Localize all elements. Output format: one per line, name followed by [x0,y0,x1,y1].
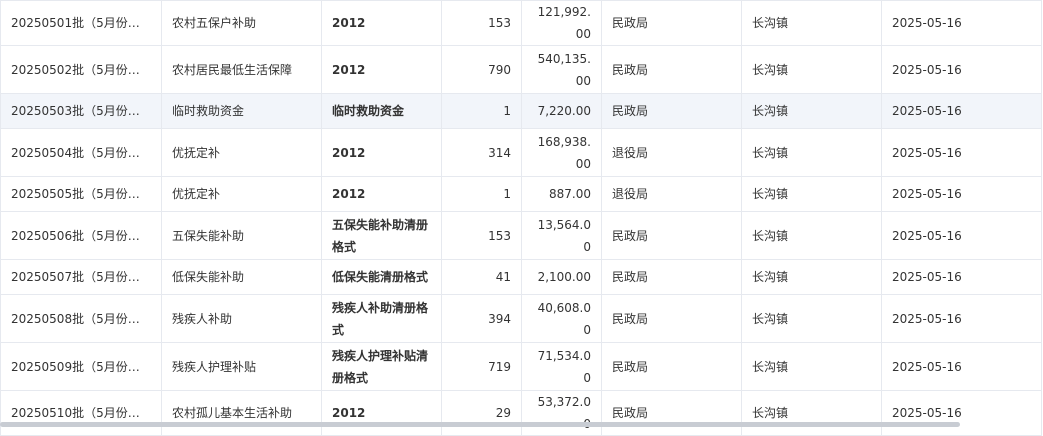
date-cell: 2025-05-16 [881,0,1042,46]
batch-cell: 20250501批（5月份特… [0,0,162,46]
type-cell: 2012 [321,176,442,212]
table-row[interactable]: 20250505批（5月份优… 优抚定补 2012 1 887.00 退役局 长… [0,176,1042,212]
date-cell: 2025-05-16 [881,211,1042,260]
count-cell: 41 [441,259,522,295]
batch-cell: 20250509批（5月份重… [0,342,162,391]
count-cell: 153 [441,0,522,46]
item-cell: 农村孤儿基本生活补助 [161,390,322,436]
town-cell: 长沟镇 [741,0,882,46]
table-row[interactable]: 20250509批（5月份重… 残疾人护理补贴 残疾人护理补贴清册格式 719 … [0,342,1042,391]
table-row[interactable]: 20250504批（5月份优… 优抚定补 2012 314 168,938.00… [0,128,1042,177]
batch-cell: 20250507批（5月份低… [0,259,162,295]
batch-cell: 20250505批（5月份优… [0,176,162,212]
count-cell: 1 [441,93,522,129]
table-row[interactable]: 20250508批（5月份因… 残疾人补助 残疾人补助清册格式 394 40,6… [0,294,1042,343]
table-row[interactable]: 20250510批（5月份孤… 农村孤儿基本生活补助 2012 29 53,37… [0,390,1042,436]
dept-cell: 民政局 [601,0,742,46]
batch-cell: 20250506批（5月份分… [0,211,162,260]
type-cell: 临时救助资金 [321,93,442,129]
table-row[interactable]: 20250501批（5月份特… 农村五保户补助 2012 153 121,992… [0,0,1042,46]
item-cell: 五保失能补助 [161,211,322,260]
date-cell: 2025-05-16 [881,342,1042,391]
date-cell: 2025-05-16 [881,176,1042,212]
amount-cell: 40,608.00 [521,294,602,343]
type-cell: 2012 [321,45,442,94]
date-cell: 2025-05-16 [881,294,1042,343]
dept-cell: 民政局 [601,211,742,260]
date-cell: 2025-05-16 [881,128,1042,177]
amount-cell: 168,938.00 [521,128,602,177]
amount-cell: 7,220.00 [521,93,602,129]
subsidy-table: 20250501批（5月份特… 农村五保户补助 2012 153 121,992… [0,0,1042,436]
item-cell: 优抚定补 [161,128,322,177]
horizontal-scrollbar[interactable] [0,422,960,427]
item-cell: 残疾人护理补贴 [161,342,322,391]
batch-cell: 20250508批（5月份因… [0,294,162,343]
table-row[interactable]: 20250502批（5月份农… 农村居民最低生活保障 2012 790 540,… [0,45,1042,94]
amount-cell: 540,135.00 [521,45,602,94]
amount-cell: 71,534.00 [521,342,602,391]
type-cell: 2012 [321,0,442,46]
item-cell: 农村五保户补助 [161,0,322,46]
type-cell: 残疾人护理补贴清册格式 [321,342,442,391]
town-cell: 长沟镇 [741,176,882,212]
town-cell: 长沟镇 [741,390,882,436]
type-cell: 2012 [321,390,442,436]
town-cell: 长沟镇 [741,342,882,391]
town-cell: 长沟镇 [741,45,882,94]
amount-cell: 121,992.00 [521,0,602,46]
item-cell: 农村居民最低生活保障 [161,45,322,94]
dept-cell: 民政局 [601,294,742,343]
date-cell: 2025-05-16 [881,45,1042,94]
count-cell: 153 [441,211,522,260]
dept-cell: 退役局 [601,176,742,212]
amount-cell: 53,372.00 [521,390,602,436]
count-cell: 790 [441,45,522,94]
dept-cell: 退役局 [601,128,742,177]
count-cell: 1 [441,176,522,212]
dept-cell: 民政局 [601,390,742,436]
amount-cell: 887.00 [521,176,602,212]
type-cell: 残疾人补助清册格式 [321,294,442,343]
count-cell: 314 [441,128,522,177]
item-cell: 优抚定补 [161,176,322,212]
item-cell: 低保失能补助 [161,259,322,295]
dept-cell: 民政局 [601,45,742,94]
batch-cell: 20250504批（5月份优… [0,128,162,177]
amount-cell: 13,564.00 [521,211,602,260]
batch-cell: 20250503批（5月份临… [0,93,162,129]
dept-cell: 民政局 [601,259,742,295]
count-cell: 394 [441,294,522,343]
town-cell: 长沟镇 [741,259,882,295]
table-row[interactable]: 20250503批（5月份临… 临时救助资金 临时救助资金 1 7,220.00… [0,93,1042,129]
town-cell: 长沟镇 [741,93,882,129]
type-cell: 五保失能补助清册格式 [321,211,442,260]
amount-cell: 2,100.00 [521,259,602,295]
date-cell: 2025-05-16 [881,390,1042,436]
count-cell: 29 [441,390,522,436]
item-cell: 临时救助资金 [161,93,322,129]
type-cell: 2012 [321,128,442,177]
town-cell: 长沟镇 [741,128,882,177]
town-cell: 长沟镇 [741,211,882,260]
count-cell: 719 [441,342,522,391]
item-cell: 残疾人补助 [161,294,322,343]
dept-cell: 民政局 [601,342,742,391]
table-row[interactable]: 20250507批（5月份低… 低保失能补助 低保失能清册格式 41 2,100… [0,259,1042,295]
town-cell: 长沟镇 [741,294,882,343]
table-row[interactable]: 20250506批（5月份分… 五保失能补助 五保失能补助清册格式 153 13… [0,211,1042,260]
date-cell: 2025-05-16 [881,259,1042,295]
date-cell: 2025-05-16 [881,93,1042,129]
batch-cell: 20250510批（5月份孤… [0,390,162,436]
dept-cell: 民政局 [601,93,742,129]
type-cell: 低保失能清册格式 [321,259,442,295]
batch-cell: 20250502批（5月份农… [0,45,162,94]
